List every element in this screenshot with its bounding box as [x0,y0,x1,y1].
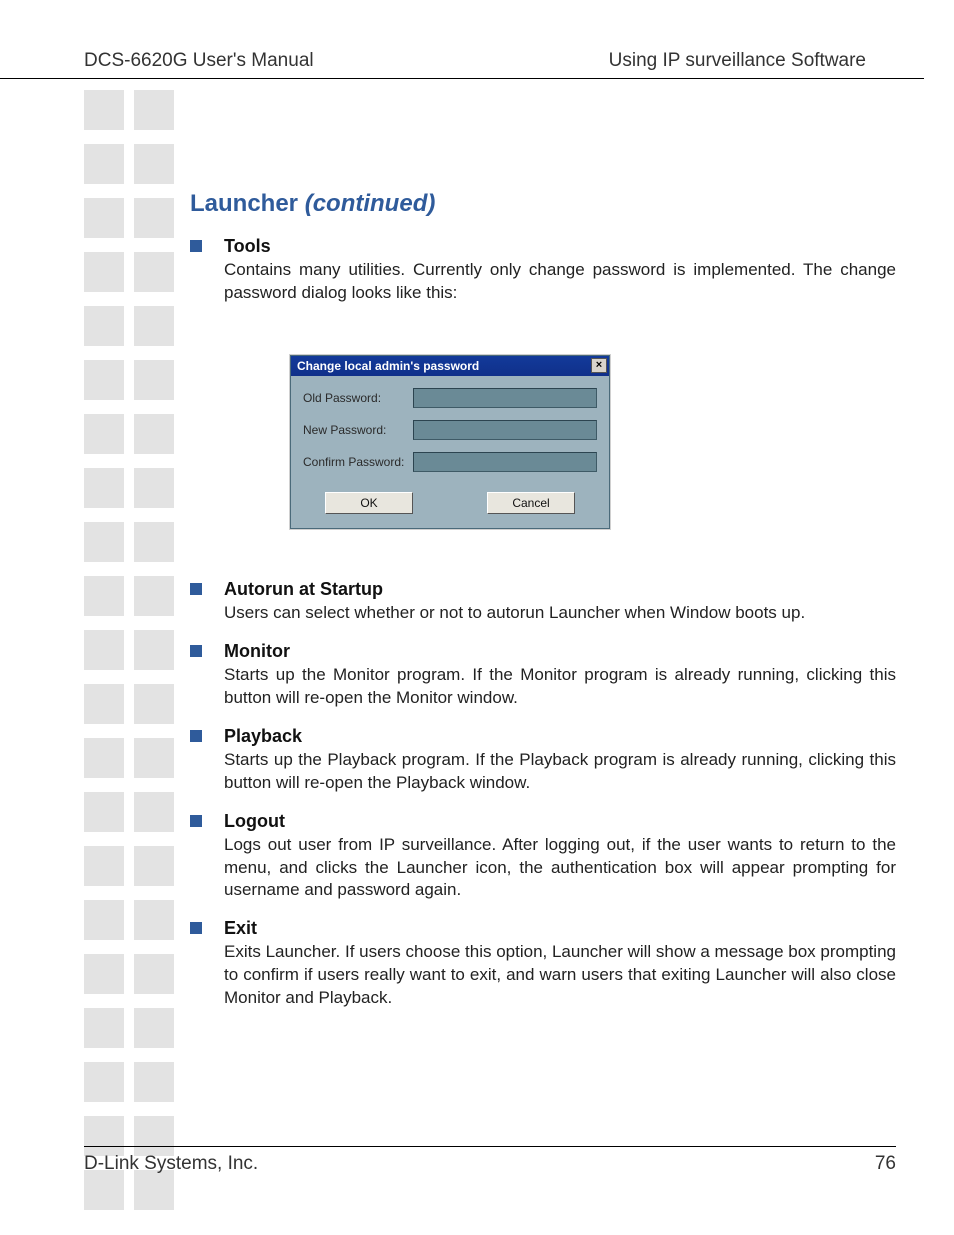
old-password-input[interactable] [413,388,597,408]
old-password-label: Old Password: [303,391,413,405]
item-body: Exits Launcher. If users choose this opt… [224,941,896,1010]
item-body: Starts up the Monitor program. If the Mo… [224,664,896,710]
new-password-input[interactable] [413,420,597,440]
item-heading: Autorun at Startup [224,579,896,600]
bullet-icon [190,240,202,252]
footer-left: D-Link Systems, Inc. [84,1153,258,1175]
page-header: DCS-6620G User's Manual Using IP surveil… [0,0,924,79]
dialog-screenshot: Change local admin's password × Old Pass… [290,355,896,529]
bullet-icon [190,730,202,742]
item-heading: Logout [224,811,896,832]
item-logout: Logout Logs out user from IP surveillanc… [190,811,896,903]
bullet-icon [190,815,202,827]
cancel-button[interactable]: Cancel [487,492,575,514]
item-heading: Exit [224,918,896,939]
item-playback: Playback Starts up the Playback program.… [190,726,896,795]
title-continued: (continued) [305,190,436,217]
ok-button[interactable]: OK [325,492,413,514]
item-heading: Monitor [224,641,896,662]
item-monitor: Monitor Starts up the Monitor program. I… [190,641,896,710]
close-icon[interactable]: × [591,358,607,373]
confirm-password-label: Confirm Password: [303,455,413,469]
header-right: Using IP surveillance Software [609,50,866,72]
dialog-titlebar: Change local admin's password × [291,356,609,376]
item-body: Users can select whether or not to autor… [224,602,896,625]
change-password-dialog: Change local admin's password × Old Pass… [290,355,610,529]
title-main: Launcher [190,190,305,217]
item-tools: Tools Contains many utilities. Currently… [190,236,896,305]
decorative-sidebar [84,90,174,1224]
bullet-icon [190,583,202,595]
item-heading: Playback [224,726,896,747]
item-exit: Exit Exits Launcher. If users choose thi… [190,918,896,1010]
item-body: Logs out user from IP surveillance. Afte… [224,834,896,903]
bullet-icon [190,922,202,934]
section-title: Launcher (continued) [190,190,896,218]
new-password-label: New Password: [303,423,413,437]
dialog-title: Change local admin's password [297,359,479,373]
item-body: Starts up the Playback program. If the P… [224,749,896,795]
item-autorun: Autorun at Startup Users can select whet… [190,579,896,625]
bullet-icon [190,645,202,657]
header-left: DCS-6620G User's Manual [84,50,314,72]
item-heading: Tools [224,236,896,257]
item-body: Contains many utilities. Currently only … [224,259,896,305]
page-footer: D-Link Systems, Inc. 76 [84,1146,896,1175]
page-content: Launcher (continued) Tools Contains many… [190,190,896,1026]
page-number: 76 [875,1153,896,1175]
confirm-password-input[interactable] [413,452,597,472]
